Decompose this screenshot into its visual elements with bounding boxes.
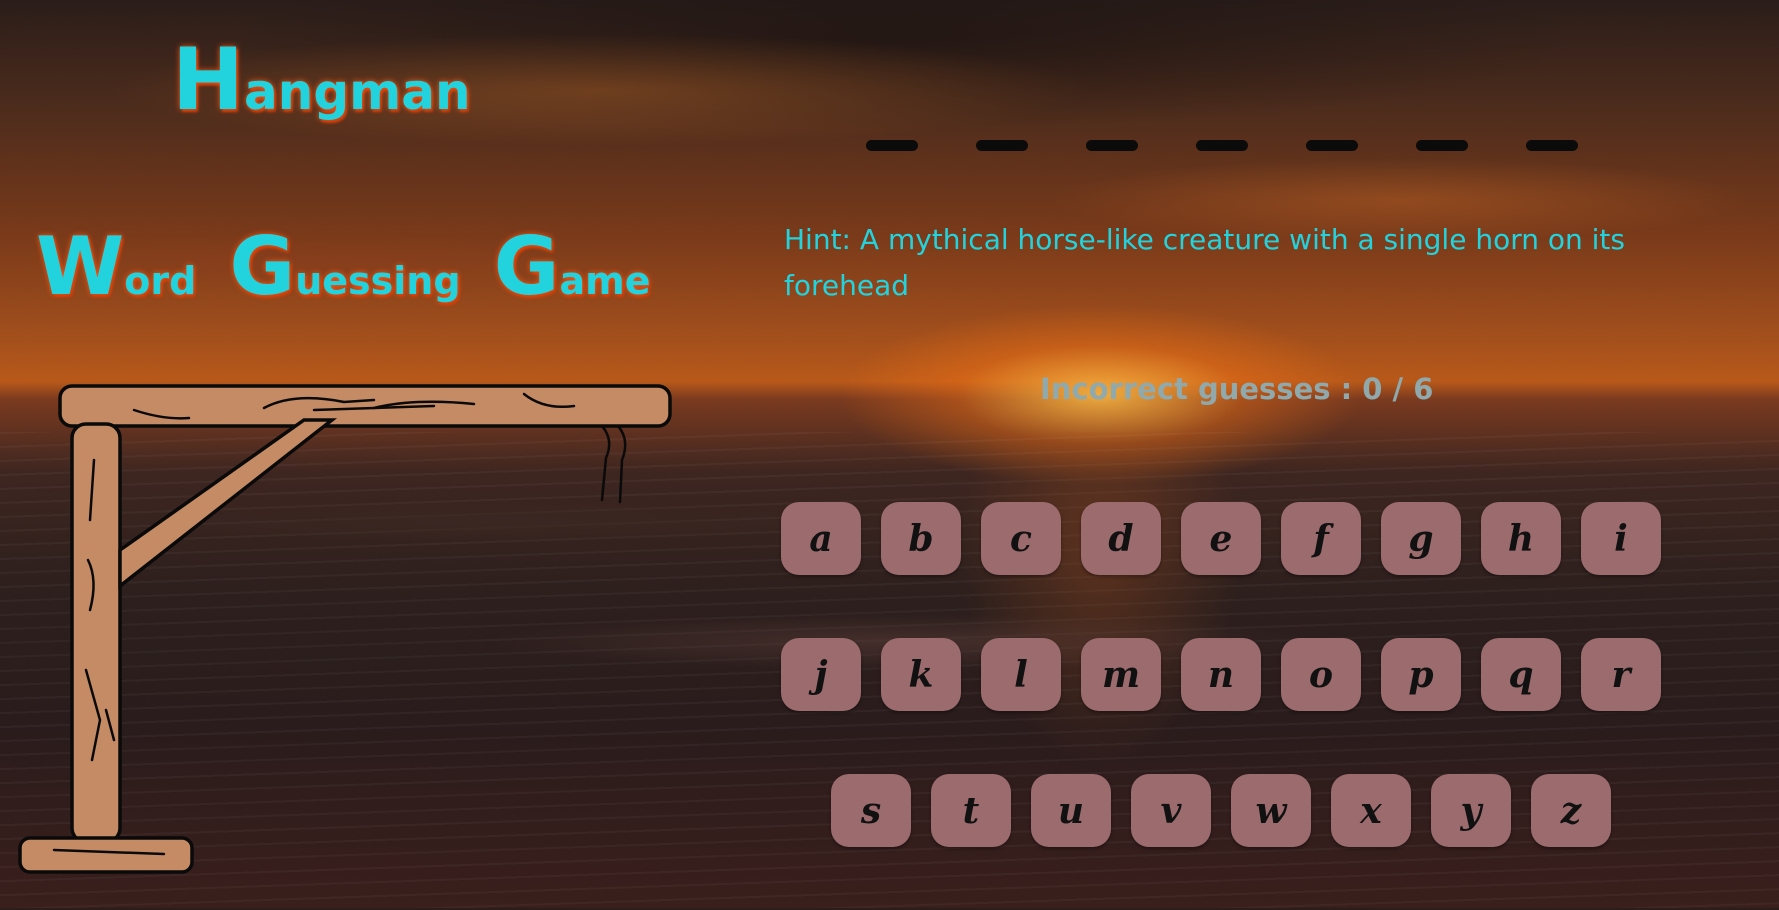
letter-key-g[interactable]: g [1381, 502, 1461, 575]
letter-key-m[interactable]: m [1081, 638, 1161, 711]
letter-key-f[interactable]: f [1281, 502, 1361, 575]
title-rest: angman [243, 63, 471, 121]
letter-key-z[interactable]: z [1531, 774, 1611, 847]
letter-key-j[interactable]: j [781, 638, 861, 711]
subtitle-rest: uessing [295, 259, 461, 303]
letter-key-p[interactable]: p [1381, 638, 1461, 711]
letter-blank [1306, 140, 1358, 151]
game-subtitle: Word Guessing Game [36, 220, 650, 313]
letter-blank [866, 140, 918, 151]
keyboard-row: jklmnopqr [781, 638, 1661, 711]
letter-key-r[interactable]: r [1581, 638, 1661, 711]
keyboard-row: stuvwxyz [781, 774, 1661, 847]
letter-key-e[interactable]: e [1181, 502, 1261, 575]
letter-key-k[interactable]: k [881, 638, 961, 711]
letter-key-d[interactable]: d [1081, 502, 1161, 575]
subtitle-rest: ame [559, 259, 651, 303]
subtitle-cap: W [36, 220, 125, 313]
subtitle-word: Word [36, 220, 197, 313]
letter-key-q[interactable]: q [1481, 638, 1561, 711]
subtitle-cap: G [493, 220, 560, 313]
letter-blank [1196, 140, 1248, 151]
word-blanks [866, 140, 1578, 151]
gallows-post [70, 422, 122, 844]
subtitle-cap: G [229, 220, 296, 313]
letter-key-n[interactable]: n [1181, 638, 1261, 711]
letter-blank [1526, 140, 1578, 151]
gallows-brace [118, 418, 338, 590]
incorrect-guesses: Incorrect guesses : 0 / 6 [1040, 372, 1434, 406]
subtitle-rest: ord [124, 259, 197, 303]
letter-key-y[interactable]: y [1431, 774, 1511, 847]
letter-key-h[interactable]: h [1481, 502, 1561, 575]
letter-key-t[interactable]: t [931, 774, 1011, 847]
letter-key-l[interactable]: l [981, 638, 1061, 711]
letter-key-o[interactable]: o [1281, 638, 1361, 711]
letter-key-c[interactable]: c [981, 502, 1061, 575]
letter-key-u[interactable]: u [1031, 774, 1111, 847]
title-cap: H [172, 30, 244, 130]
letter-key-v[interactable]: v [1131, 774, 1211, 847]
gallows-base [18, 836, 194, 874]
letter-key-x[interactable]: x [1331, 774, 1411, 847]
letter-key-i[interactable]: i [1581, 502, 1661, 575]
gallows-icon [18, 384, 672, 874]
letter-key-s[interactable]: s [831, 774, 911, 847]
letter-key-a[interactable]: a [781, 502, 861, 575]
keyboard-row: abcdefghi [781, 502, 1661, 575]
gallows-beam [58, 384, 672, 428]
letter-keyboard: abcdefghi jklmnopqr stuvwxyz [781, 502, 1661, 910]
game-title: Hangman [172, 30, 471, 130]
hint-text: Hint: A mythical horse-like creature wit… [784, 223, 1625, 302]
subtitle-word: Guessing [230, 220, 461, 313]
letter-key-w[interactable]: w [1231, 774, 1311, 847]
letter-blank [1086, 140, 1138, 151]
letter-blank [1416, 140, 1468, 151]
letter-blank [976, 140, 1028, 151]
subtitle-word: Game [494, 220, 651, 313]
letter-key-b[interactable]: b [881, 502, 961, 575]
